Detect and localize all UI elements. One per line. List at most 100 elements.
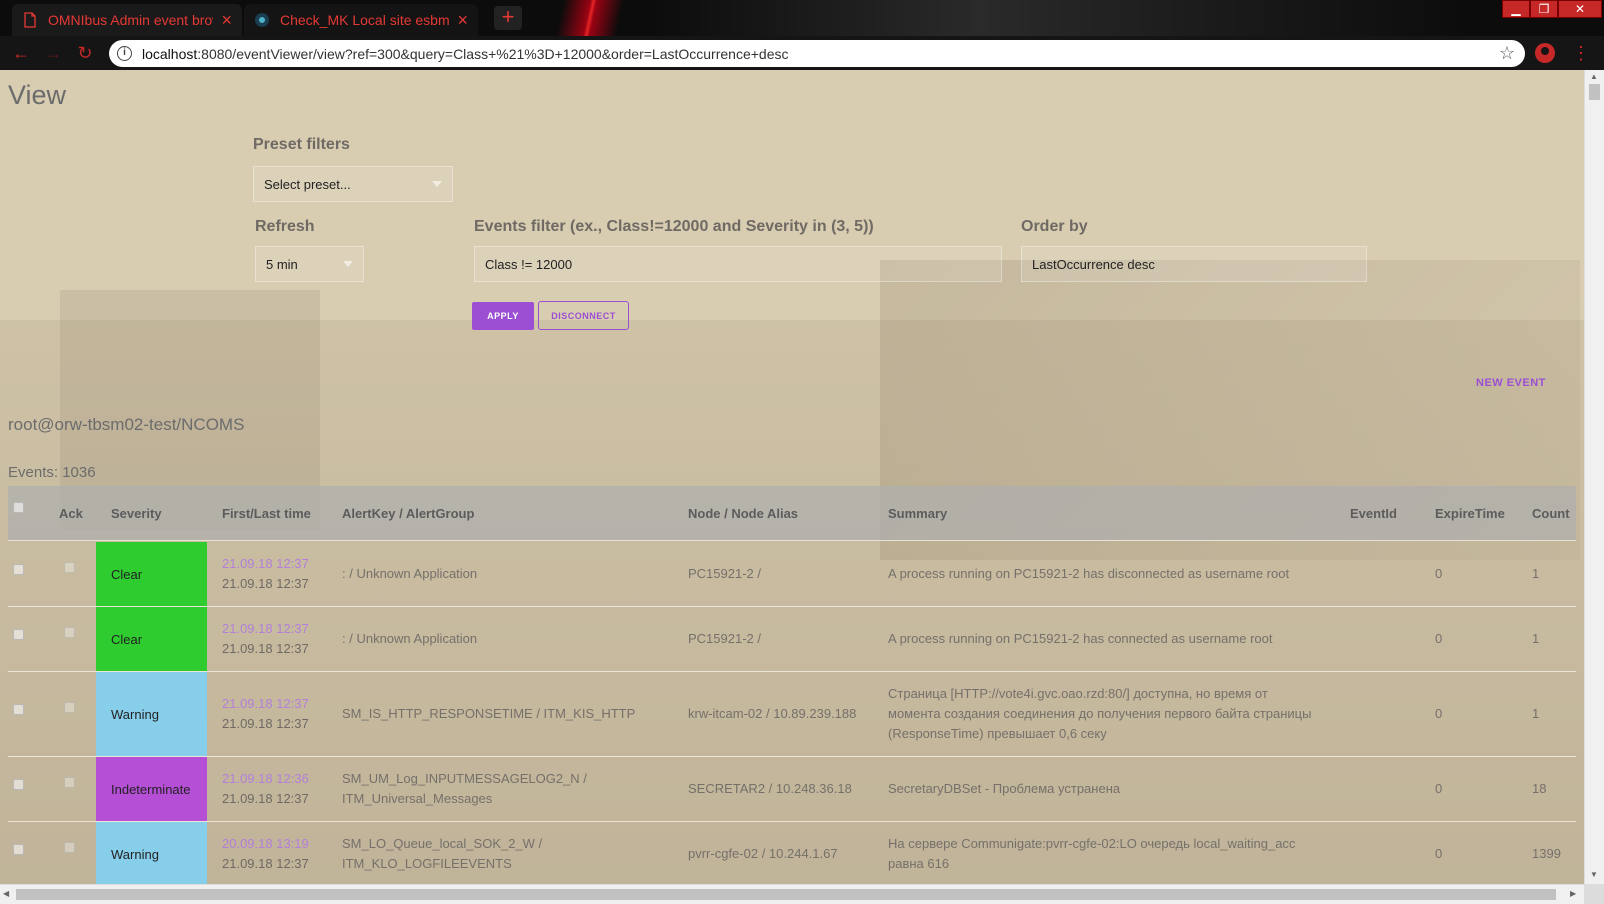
summary: A process running on PC15921-2 has conne…: [888, 631, 1273, 646]
order-by-input[interactable]: LastOccurrence desc: [1021, 246, 1367, 282]
column-count[interactable]: Count: [1532, 506, 1570, 521]
tabstrip-decoration: [556, 0, 624, 36]
column-eventid[interactable]: EventId: [1350, 506, 1397, 521]
browser-toolbar: ← → ↻ i localhost:8080/eventViewer/view?…: [0, 36, 1604, 70]
menu-dots-icon[interactable]: ⋮: [1572, 42, 1590, 64]
table-row[interactable]: Clear 21.09.18 12:37 21.09.18 12:37 : / …: [8, 542, 1576, 607]
scrollbar-thumb[interactable]: [16, 889, 1556, 900]
column-ack[interactable]: Ack: [59, 506, 83, 521]
ack-checkbox[interactable]: [64, 777, 75, 788]
scroll-right-icon[interactable]: ▶: [1570, 889, 1576, 898]
table-row[interactable]: Warning 20.09.18 13:19 21.09.18 12:37 SM…: [8, 822, 1576, 884]
address-bar[interactable]: i localhost:8080/eventViewer/view?ref=30…: [109, 40, 1525, 67]
events-filter-input[interactable]: Class != 12000: [474, 246, 1002, 282]
last-time: 21.09.18 12:37: [222, 791, 309, 806]
select-all-checkbox[interactable]: [13, 502, 24, 513]
severity-badge: Warning: [96, 822, 207, 884]
new-tab-button[interactable]: +: [494, 6, 522, 30]
events-count: Events: 1036: [8, 464, 96, 481]
count: 1: [1532, 631, 1540, 646]
expiretime: 0: [1435, 631, 1443, 646]
column-alertkey[interactable]: AlertKey / AlertGroup: [342, 506, 474, 521]
tab-omnibus[interactable]: OMNIbus Admin event browse ×: [12, 4, 242, 36]
vertical-scrollbar[interactable]: ▲ ▼: [1584, 70, 1604, 884]
last-time: 21.09.18 12:37: [222, 856, 309, 871]
scroll-down-icon[interactable]: ▼: [1590, 870, 1598, 879]
last-time: 21.09.18 12:37: [222, 576, 309, 591]
expiretime: 0: [1435, 706, 1443, 721]
column-summary[interactable]: Summary: [888, 506, 947, 521]
refresh-select[interactable]: 5 min: [255, 246, 364, 282]
severity-badge: Clear: [96, 607, 207, 671]
count: 18: [1532, 781, 1547, 796]
row-select-checkbox[interactable]: [13, 564, 24, 575]
column-node[interactable]: Node / Node Alias: [688, 506, 798, 521]
severity-badge: Clear: [96, 542, 207, 606]
forward-arrow-icon[interactable]: →: [42, 42, 64, 64]
first-time: 21.09.18 12:37: [222, 696, 309, 711]
summary: На сервере Communigate:pvrr-cgfe-02:LO о…: [888, 836, 1296, 851]
row-select-checkbox[interactable]: [13, 629, 24, 640]
scroll-up-icon[interactable]: ▲: [1590, 72, 1598, 81]
new-event-button[interactable]: NEW EVENT: [1476, 377, 1546, 389]
info-icon[interactable]: i: [117, 46, 132, 61]
alertkey: SM_UM_Log_INPUTMESSAGELOG2_N /: [342, 771, 587, 786]
preset-select-value: Select preset...: [264, 176, 351, 192]
alertgroup: ITM_Universal_Messages: [342, 791, 493, 806]
first-time: 21.09.18 12:36: [222, 771, 309, 786]
page-content: View Preset filters Select preset... Ref…: [0, 70, 1584, 884]
summary-line-2: равна 616: [888, 856, 950, 871]
refresh-select-value: 5 min: [266, 256, 298, 272]
document-icon: [22, 12, 38, 28]
scrollbar-thumb[interactable]: [1589, 84, 1600, 100]
close-window-icon[interactable]: ✕: [1558, 0, 1602, 18]
horizontal-scrollbar[interactable]: ◀ ▶: [0, 884, 1584, 904]
apply-button[interactable]: APPLY: [472, 302, 534, 330]
table-row[interactable]: Clear 21.09.18 12:37 21.09.18 12:37 : / …: [8, 607, 1576, 672]
page-title: View: [8, 80, 67, 110]
tab-checkmk[interactable]: Check_MK Local site esbmon ×: [244, 4, 478, 36]
ack-checkbox[interactable]: [64, 627, 75, 638]
order-by-value: LastOccurrence desc: [1032, 256, 1155, 272]
column-severity[interactable]: Severity: [111, 506, 162, 521]
row-select-checkbox[interactable]: [13, 844, 24, 855]
bookmark-star-icon[interactable]: ☆: [1499, 43, 1515, 64]
back-arrow-icon[interactable]: ←: [10, 42, 32, 64]
table-row[interactable]: Warning 21.09.18 12:37 21.09.18 12:37 SM…: [8, 672, 1576, 757]
column-expiretime[interactable]: ExpireTime: [1435, 506, 1505, 521]
ack-checkbox[interactable]: [64, 702, 75, 713]
last-time: 21.09.18 12:37: [222, 641, 309, 656]
row-select-checkbox[interactable]: [13, 704, 24, 715]
severity-badge: Warning: [96, 672, 207, 756]
minimize-window-icon[interactable]: ▁: [1502, 0, 1530, 18]
preset-select[interactable]: Select preset...: [253, 166, 453, 202]
expiretime: 0: [1435, 846, 1443, 861]
alertkey: SM_IS_HTTP_RESPONSETIME / ITM_KIS_HTTP: [342, 706, 636, 721]
ack-checkbox[interactable]: [64, 562, 75, 573]
alertkey: : / Unknown Application: [342, 631, 478, 646]
row-select-checkbox[interactable]: [13, 779, 24, 790]
first-time: 21.09.18 12:37: [222, 621, 309, 636]
expiretime: 0: [1435, 566, 1443, 581]
url-text: localhost:8080/eventViewer/view?ref=300&…: [142, 45, 789, 62]
ack-checkbox[interactable]: [64, 842, 75, 853]
expiretime: 0: [1435, 781, 1443, 796]
table-row[interactable]: Indeterminate 21.09.18 12:36 21.09.18 12…: [8, 757, 1576, 822]
restore-window-icon[interactable]: ❐: [1530, 0, 1558, 18]
chevron-down-icon: [432, 181, 442, 187]
column-first-last-time[interactable]: First/Last time: [222, 506, 311, 521]
summary: A process running on PC15921-2 has disco…: [888, 566, 1290, 581]
tab-title: Check_MK Local site esbmon: [280, 12, 450, 28]
reload-icon[interactable]: ↻: [74, 42, 96, 64]
table-header: Ack Severity First/Last time AlertKey / …: [8, 486, 1576, 541]
checkmk-logo-icon: [254, 12, 270, 28]
summary: SecretaryDBSet - Проблема устранена: [888, 781, 1121, 796]
tabstrip-background: [650, 0, 1470, 36]
close-tab-icon[interactable]: ×: [221, 11, 232, 29]
summary-line-3: (ResponseTime) превышает 0,6 секу: [888, 726, 1107, 741]
disconnect-button[interactable]: DISCONNECT: [538, 301, 629, 330]
count: 1399: [1532, 846, 1561, 861]
scroll-left-icon[interactable]: ◀: [3, 889, 9, 898]
profile-icon[interactable]: [1535, 43, 1555, 63]
close-tab-icon[interactable]: ×: [457, 11, 468, 29]
